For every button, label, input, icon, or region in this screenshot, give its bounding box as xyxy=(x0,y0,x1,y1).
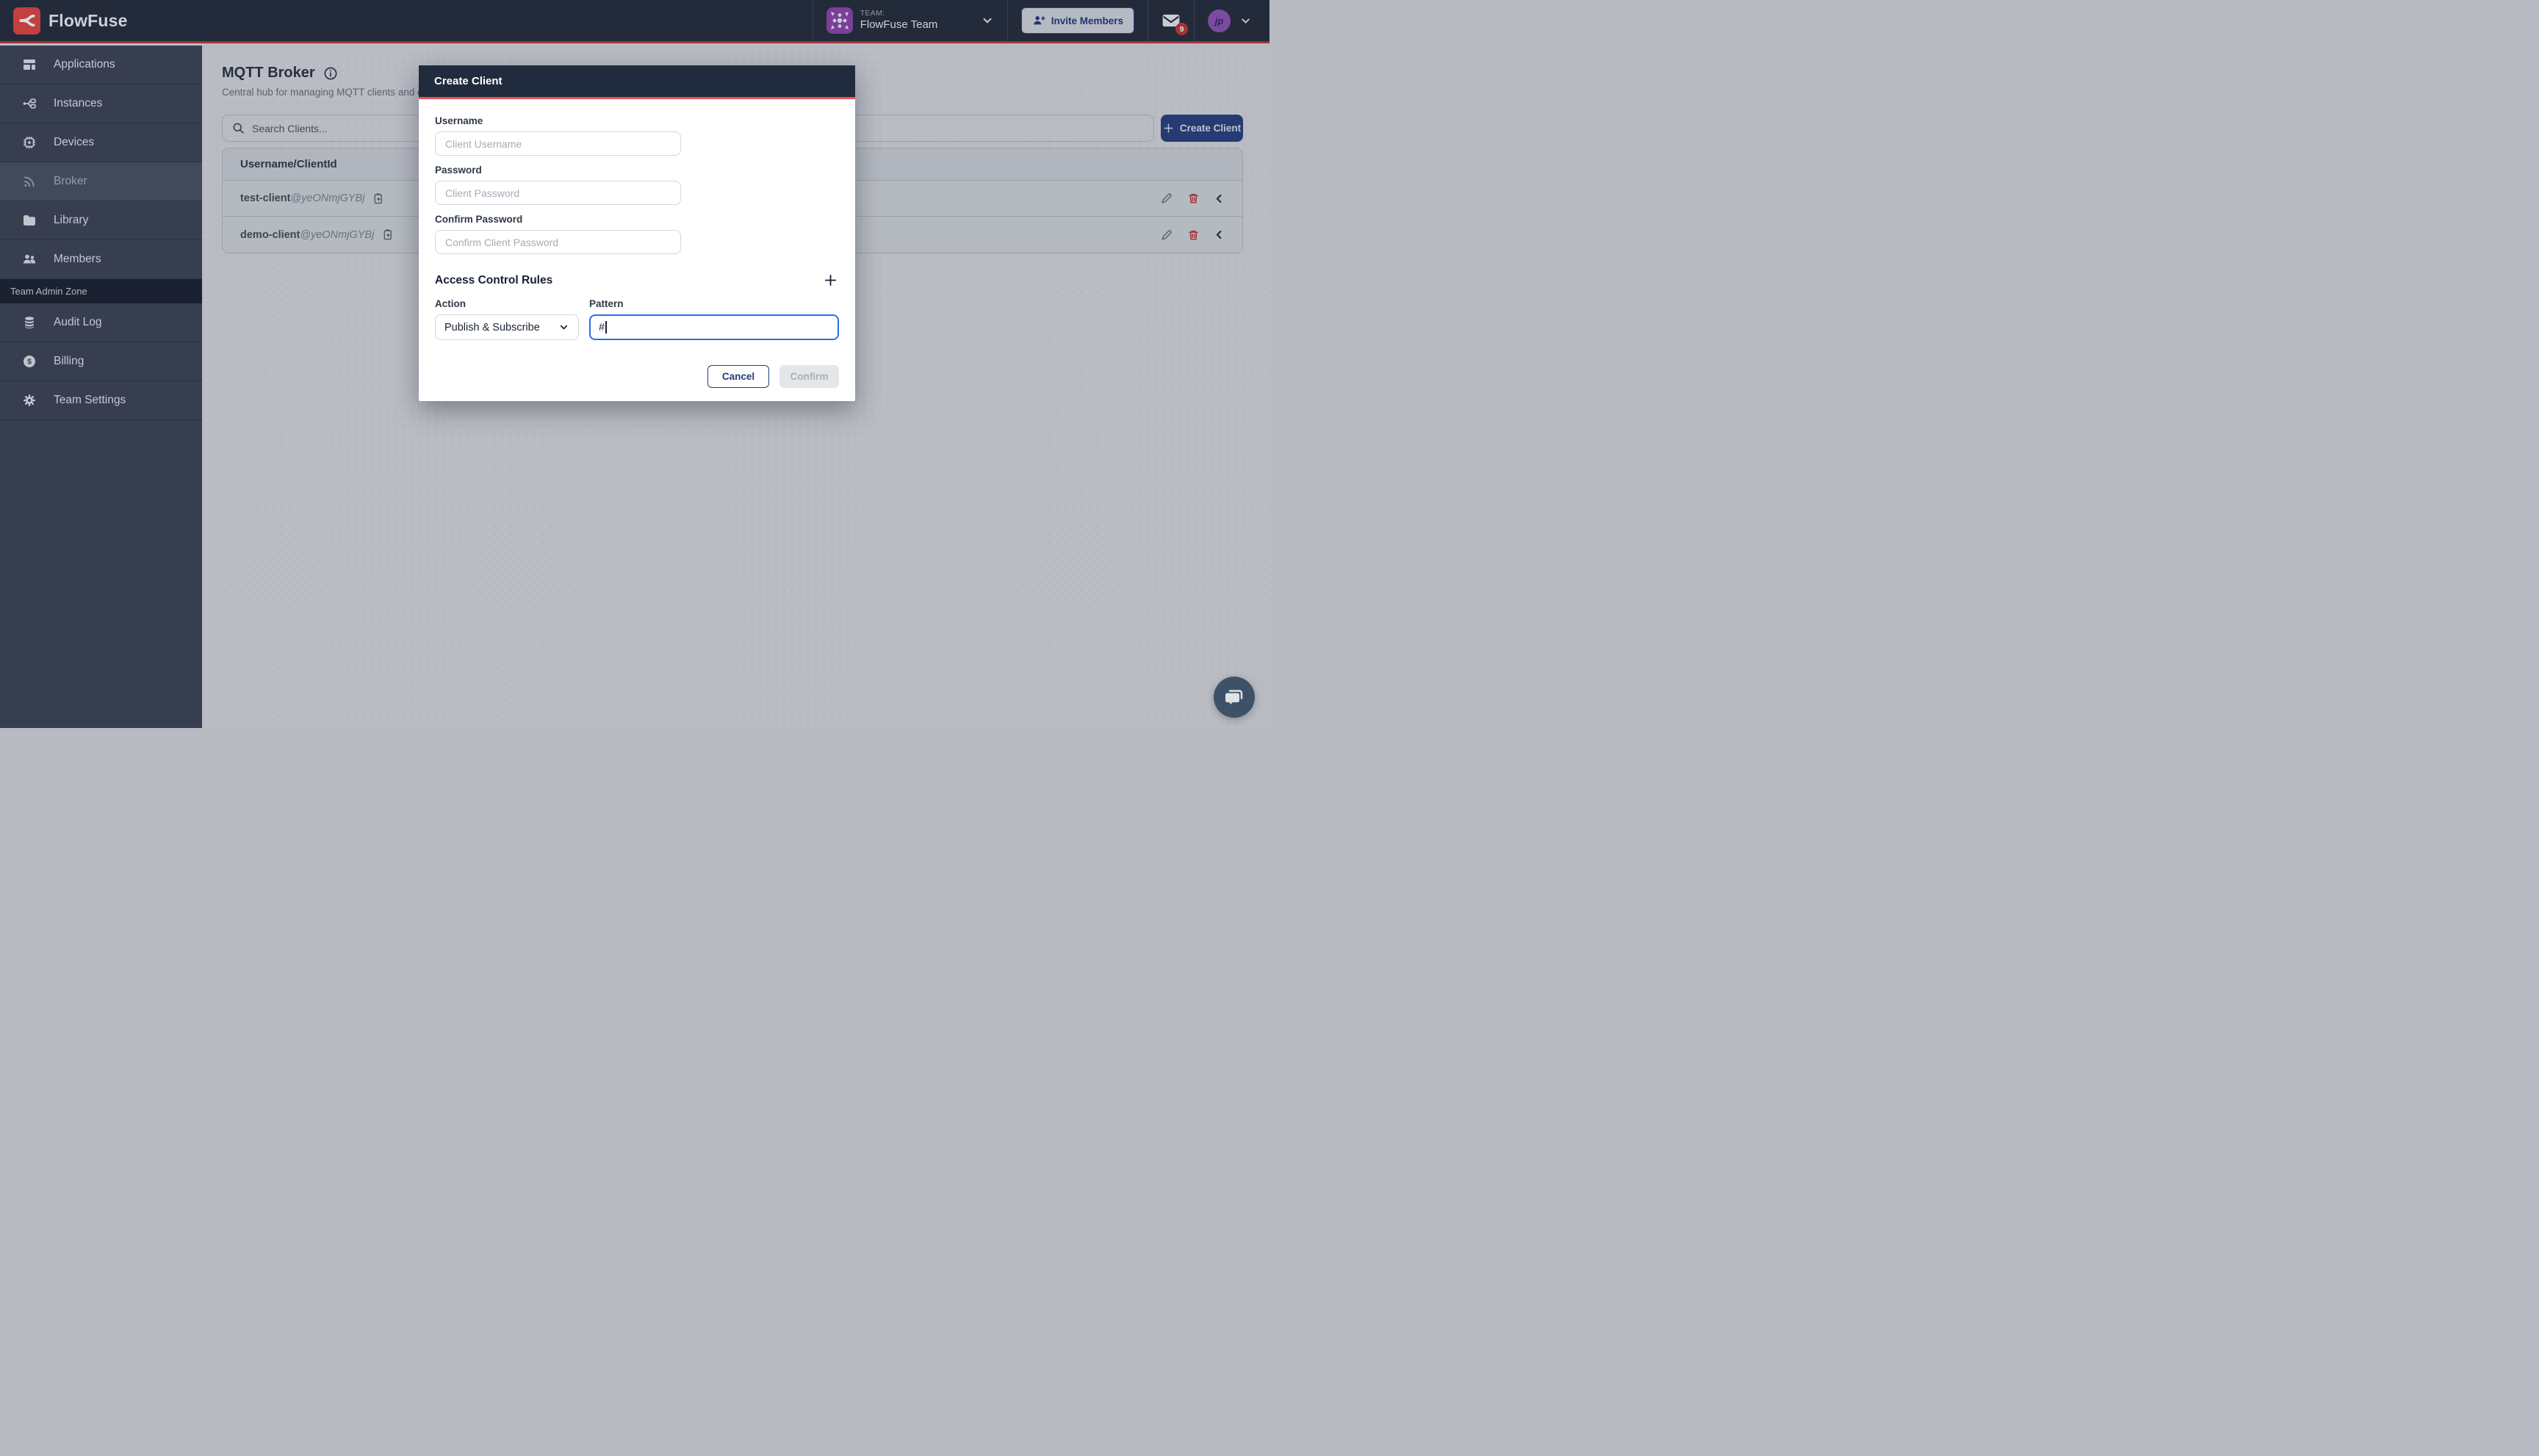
copy-icon[interactable] xyxy=(372,192,384,205)
sidebar: Applications Instances Devices xyxy=(0,46,202,728)
sidebar-item-team-settings[interactable]: Team Settings xyxy=(0,381,202,420)
info-icon[interactable] xyxy=(323,66,338,81)
trash-icon xyxy=(1187,192,1200,205)
pencil-icon xyxy=(1160,228,1173,242)
invite-members-button[interactable]: Invite Members xyxy=(1021,7,1134,34)
user-avatar: jp xyxy=(1208,10,1231,32)
edit-client-button[interactable] xyxy=(1160,192,1173,205)
instances-icon xyxy=(22,96,37,111)
pencil-icon xyxy=(1160,192,1173,205)
user-menu[interactable]: jp xyxy=(1194,0,1270,41)
plus-icon xyxy=(824,273,838,287)
pattern-label: Pattern xyxy=(589,298,839,309)
password-label: Password xyxy=(435,165,839,176)
chat-icon xyxy=(1223,686,1245,708)
brand-name: FlowFuse xyxy=(48,11,128,31)
add-rule-button[interactable] xyxy=(822,272,839,289)
team-label: TEAM: xyxy=(860,9,938,18)
confirm-password-field[interactable] xyxy=(435,230,681,254)
chevron-left-icon xyxy=(1214,229,1225,240)
team-admin-zone-label: Team Admin Zone xyxy=(0,279,202,303)
page-title: MQTT Broker xyxy=(222,65,315,82)
sidebar-item-billing[interactable]: $ Billing xyxy=(0,342,202,381)
notifications-button[interactable]: 9 xyxy=(1162,12,1181,29)
action-label: Action xyxy=(435,298,579,309)
folder-icon xyxy=(22,213,37,228)
username-field[interactable] xyxy=(435,131,681,156)
notification-badge: 9 xyxy=(1175,23,1188,35)
cancel-button[interactable]: Cancel xyxy=(707,365,769,388)
devices-icon xyxy=(22,135,37,150)
applications-icon xyxy=(22,57,37,72)
team-avatar xyxy=(826,7,853,34)
flowfuse-logo-icon xyxy=(13,7,40,35)
sidebar-item-broker[interactable]: Broker xyxy=(0,162,202,201)
text-cursor xyxy=(605,321,607,334)
notifications-section: 9 xyxy=(1148,0,1194,41)
chevron-down-icon xyxy=(1239,15,1252,27)
chevron-left-icon xyxy=(1214,193,1225,204)
sidebar-item-applications[interactable]: Applications xyxy=(0,46,202,84)
chevron-down-icon xyxy=(981,14,994,27)
create-client-modal: Create Client Username Password Confirm … xyxy=(419,65,855,401)
modal-header: Create Client xyxy=(419,65,855,99)
confirm-password-label: Confirm Password xyxy=(435,214,839,225)
gear-icon xyxy=(22,393,37,408)
sidebar-item-library[interactable]: Library xyxy=(0,201,202,240)
broker-icon xyxy=(22,174,37,189)
trash-icon xyxy=(1187,228,1200,242)
search-icon xyxy=(232,122,245,134)
sidebar-item-devices[interactable]: Devices xyxy=(0,123,202,162)
delete-client-button[interactable] xyxy=(1187,192,1200,205)
copy-icon[interactable] xyxy=(381,228,394,241)
sidebar-item-audit-log[interactable]: Audit Log xyxy=(0,303,202,342)
expand-row-button[interactable] xyxy=(1214,193,1225,204)
modal-title: Create Client xyxy=(434,75,503,87)
sidebar-item-instances[interactable]: Instances xyxy=(0,84,202,123)
database-icon xyxy=(22,315,37,330)
team-selector[interactable]: TEAM: FlowFuse Team xyxy=(813,0,1007,41)
user-plus-icon xyxy=(1032,14,1045,27)
plus-icon xyxy=(1163,123,1174,134)
delete-client-button[interactable] xyxy=(1187,228,1200,242)
edit-client-button[interactable] xyxy=(1160,228,1173,242)
top-navbar: FlowFuse TEAM: FlowFuse Team xyxy=(0,0,1270,43)
create-client-button[interactable]: Create Client xyxy=(1161,115,1243,142)
invite-section: Invite Members xyxy=(1007,0,1148,41)
dollar-circle-icon: $ xyxy=(22,354,37,369)
pattern-input[interactable]: # xyxy=(589,314,839,340)
username-label: Username xyxy=(435,115,839,126)
password-field[interactable] xyxy=(435,181,681,205)
acl-heading: Access Control Rules xyxy=(435,274,552,287)
action-select[interactable]: Publish & Subscribe xyxy=(435,314,579,340)
chat-widget-button[interactable] xyxy=(1214,677,1255,718)
svg-text:$: $ xyxy=(27,358,32,367)
sidebar-item-members[interactable]: Members xyxy=(0,240,202,279)
brand[interactable]: FlowFuse xyxy=(0,0,128,41)
chevron-down-icon xyxy=(558,322,569,333)
members-icon xyxy=(22,252,37,267)
confirm-button[interactable]: Confirm xyxy=(779,365,839,388)
team-name: FlowFuse Team xyxy=(860,18,938,32)
expand-row-button[interactable] xyxy=(1214,229,1225,240)
